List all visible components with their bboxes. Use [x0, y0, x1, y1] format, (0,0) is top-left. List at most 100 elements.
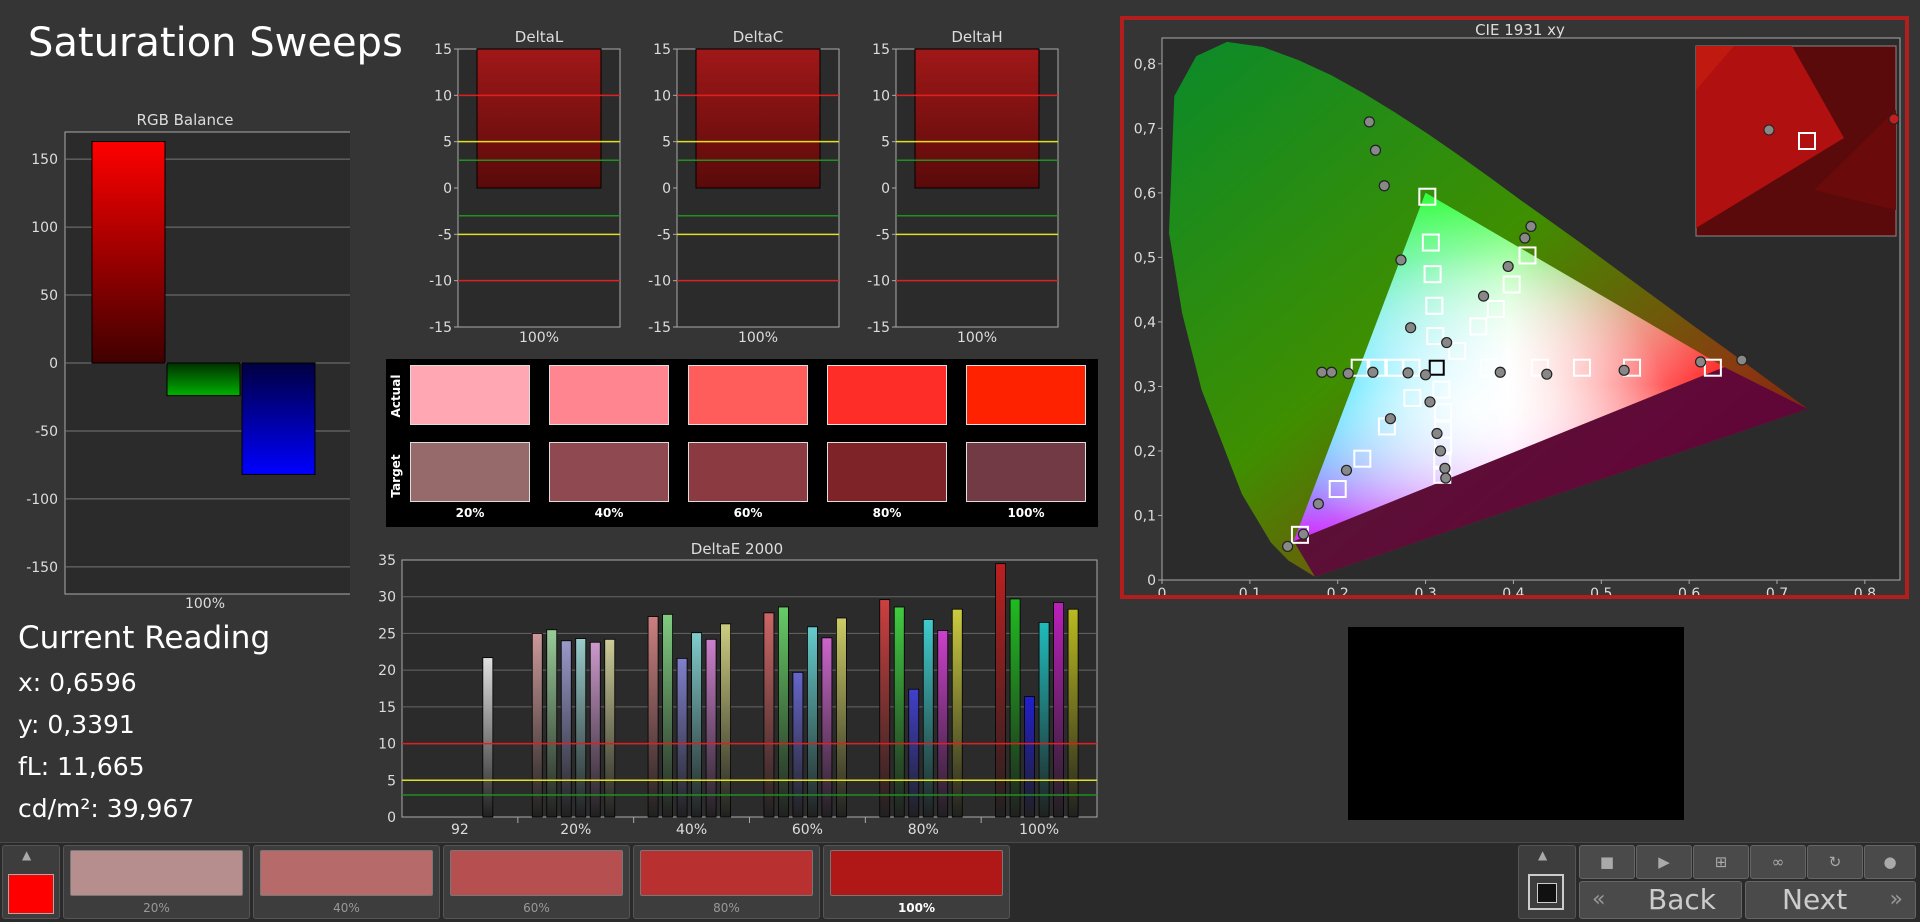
sweep-step-button[interactable]: 20% [63, 845, 250, 919]
delta-bar [695, 48, 821, 189]
delta-chart-deltal: DeltaL 15 10 5 0 -5 -10 -15 100% [429, 28, 621, 346]
delta-ytick: 5 [881, 135, 890, 151]
deltae-bar [821, 637, 833, 818]
continuous-button[interactable]: ∞ [1750, 845, 1806, 879]
cie-measured-point [1519, 232, 1531, 244]
current-color-selector[interactable]: ▲ [2, 845, 60, 919]
sweep-step-button[interactable]: 100% [823, 845, 1010, 919]
deltae-title: DeltaE 2000 [691, 540, 783, 558]
rgb-balance-title: RGB Balance [137, 111, 234, 129]
cie-xtick: 0,5 [1590, 586, 1612, 595]
cie-measured-point [1541, 368, 1553, 380]
deltae-xtick: 100% [1019, 822, 1059, 838]
delta-ytick: -5 [438, 227, 452, 243]
sweep-step-button[interactable]: 80% [633, 845, 820, 919]
delta-ytick: -5 [876, 227, 890, 243]
delta-ytick: 15 [653, 42, 671, 58]
deltae-chart: DeltaE 2000 35 30 25 20 15 10 5 0 92 20% 40% 60% 80%… [378, 540, 1098, 838]
target-swatch [549, 442, 669, 502]
delta-ytick: -15 [429, 320, 452, 336]
stop-button[interactable]: ■ [1579, 845, 1635, 879]
scroll-up-icon[interactable]: ▲ [22, 848, 31, 862]
next-button[interactable]: Next » [1745, 881, 1916, 919]
delta-chart-title: DeltaL [515, 28, 564, 46]
sweep-step-button[interactable]: 40% [253, 845, 440, 919]
cie-title: CIE 1931 xy [1475, 21, 1565, 39]
delta-ytick: 5 [662, 135, 671, 151]
delta-chart-deltac: DeltaC 15 10 5 0 -5 -10 -15 100% [648, 28, 840, 346]
actual-swatch [827, 365, 947, 425]
delta-xlabel: 100% [738, 330, 778, 346]
reading-fl: fL: 11,665 [18, 752, 145, 781]
deltae-bar [1067, 608, 1079, 818]
scroll-up-icon[interactable]: ▲ [1538, 848, 1547, 862]
actual-swatch [410, 365, 530, 425]
deltae-bar [604, 638, 616, 818]
cie-measured-point [1340, 464, 1353, 476]
rgb-ytick: -50 [35, 424, 58, 440]
deltae-bar [589, 641, 601, 818]
inset-point [1763, 124, 1775, 136]
next-label: Next [1782, 883, 1848, 916]
cie-ytick: 0,2 [1134, 444, 1156, 460]
deltae-bar [575, 638, 587, 818]
deltae-bar [691, 632, 702, 818]
cie-measured-point [1419, 369, 1432, 381]
current-color-chip [8, 874, 54, 914]
deltae-bar [879, 599, 891, 818]
sweep-step-label: 20% [143, 901, 170, 915]
delta-ytick: -10 [429, 274, 452, 290]
deltae-bar [937, 630, 949, 818]
swatch-panel: Actual Target 20% 40% 60% 80% 100% [386, 359, 1098, 527]
deltae-xtick: 60% [792, 822, 823, 838]
sweep-step-color [640, 850, 813, 896]
swatch-label: 80% [872, 506, 902, 520]
cie-ytick: 0,6 [1134, 186, 1156, 202]
deltae-plot-area [401, 559, 1098, 818]
cie-xtick: 0,1 [1239, 586, 1261, 595]
deltae-bar [908, 688, 920, 818]
cie-measured-point [1494, 366, 1506, 378]
deltae-bar [836, 617, 847, 818]
refresh-button[interactable]: ↻ [1807, 845, 1863, 879]
cie-ytick: 0,7 [1134, 121, 1156, 137]
read-series-button[interactable]: ⊞ [1693, 845, 1749, 879]
delta-ytick: -5 [657, 227, 671, 243]
cie-xtick: 0,4 [1502, 586, 1524, 595]
cie-measured-point [1431, 427, 1443, 440]
cie-measured-point [1312, 498, 1324, 510]
cie-measured-point [1477, 290, 1490, 302]
reading-y: y: 0,3391 [18, 710, 135, 739]
deltae-ytick: 15 [378, 700, 396, 716]
cie-measured-point [1525, 220, 1537, 233]
actual-row-label: Actual [389, 374, 403, 418]
cie-measured-point [1297, 528, 1310, 540]
delta-charts: DeltaL 15 10 5 0 -5 -10 -15 100% DeltaC 15 10 5 0 -5 -1… [429, 28, 1059, 346]
deltae-ytick: 35 [378, 553, 396, 569]
window-pattern-icon [1528, 874, 1564, 910]
sweep-step-button[interactable]: 60% [443, 845, 630, 919]
sweep-step-label: 60% [523, 901, 550, 915]
back-button[interactable]: « Back [1579, 881, 1742, 919]
rgb-balance-xlabel: 100% [185, 596, 225, 612]
delta-ytick: -15 [648, 320, 671, 336]
cie-ytick: 0,1 [1134, 508, 1156, 524]
swatch-label: 40% [594, 506, 624, 520]
rgb-ytick: 150 [31, 152, 58, 168]
rgb-bar-green [166, 362, 241, 397]
pattern-selector[interactable]: ▲ [1518, 845, 1576, 919]
delta-ytick: 10 [653, 88, 671, 104]
cie-ytick: 0,5 [1134, 250, 1156, 266]
cie-measured-point [1694, 356, 1707, 368]
play-button[interactable]: ▶ [1636, 845, 1692, 879]
cie-measured-point [1282, 540, 1294, 553]
cie-xtick: 0,3 [1414, 586, 1436, 595]
record-button[interactable]: ● [1864, 845, 1916, 879]
actual-swatch [966, 365, 1086, 425]
delta-chart-title: DeltaC [733, 28, 784, 46]
rgb-ytick: 100 [31, 220, 58, 236]
deltae-bar [546, 629, 558, 818]
sweep-step-color [830, 850, 1003, 896]
deltae-xtick: 20% [560, 822, 591, 838]
deltae-bar [1038, 622, 1050, 818]
